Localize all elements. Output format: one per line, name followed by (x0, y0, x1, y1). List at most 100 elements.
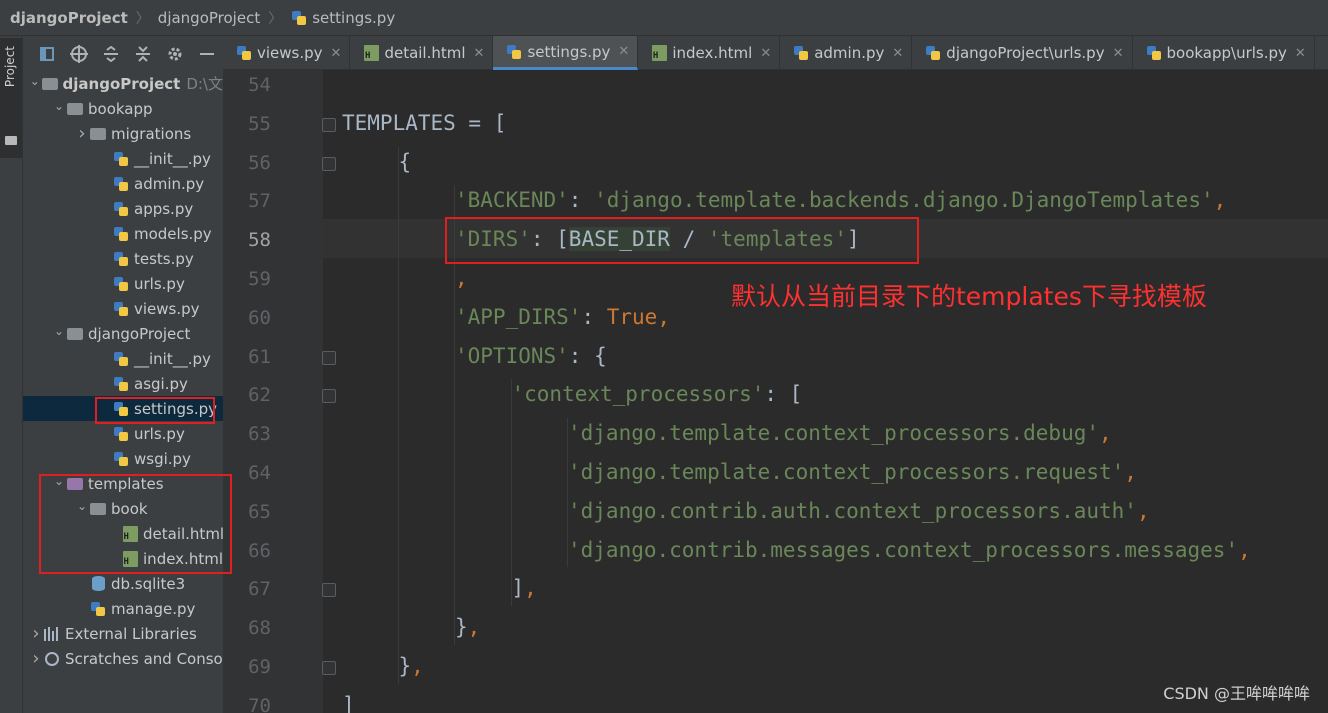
fold-marker-icon[interactable] (322, 661, 336, 675)
python-file-icon (112, 275, 130, 293)
folder-icon (5, 136, 17, 145)
code-line: }, (399, 654, 424, 678)
tree-item-path: D:\文 (186, 75, 223, 93)
python-file-icon (792, 44, 810, 62)
line-number: 67 (248, 578, 271, 601)
chevron-right-icon[interactable]: › (29, 648, 43, 669)
line-number: 60 (248, 306, 271, 329)
tree-item[interactable]: __init__.py (23, 346, 223, 371)
tree-item-label: models.py (134, 224, 212, 243)
close-icon[interactable]: ✕ (760, 46, 771, 61)
python-file-icon (505, 43, 523, 61)
code-editor[interactable]: 54 55 TEMPLATES = [56 {57 'BACKEND': 'django… (223, 70, 1328, 713)
editor-tab[interactable]: bookapp\urls.py ✕ (1133, 36, 1315, 70)
tree-item[interactable]: ⌄ djangoProject D:\文 (23, 71, 223, 96)
tree-item[interactable]: manage.py (23, 596, 223, 621)
database-icon (89, 575, 107, 593)
tree-item-label: bookapp (88, 99, 153, 118)
code-token: 'OPTIONS' (455, 343, 569, 368)
editor-tab[interactable]: admin.py ✕ (780, 36, 913, 70)
minimize-icon[interactable] (197, 44, 217, 64)
tree-item[interactable]: admin.py (23, 171, 223, 196)
highlight-box-settings (95, 397, 215, 424)
breadcrumb-item[interactable]: djangoProject (10, 9, 128, 27)
panel-icon[interactable] (37, 44, 57, 64)
tree-item-label: __init__.py (134, 149, 211, 168)
expand-all-icon[interactable] (101, 44, 121, 64)
folder-icon (66, 325, 84, 343)
tree-item[interactable]: models.py (23, 221, 223, 246)
tree-item[interactable]: db.sqlite3 (23, 571, 223, 596)
tree-item[interactable]: › External Libraries (23, 621, 223, 646)
chevron-down-icon[interactable]: ⌄ (29, 74, 41, 88)
close-icon[interactable]: ✕ (892, 46, 903, 61)
collapse-all-icon[interactable] (133, 44, 153, 64)
code-token: 'APP_DIRS' (455, 304, 582, 329)
chevron-right-icon[interactable]: › (29, 623, 43, 644)
python-file-icon (112, 450, 130, 468)
close-icon[interactable]: ✕ (1295, 46, 1306, 61)
fold-marker-icon[interactable] (322, 350, 336, 365)
tree-item-label: djangoProject (62, 74, 181, 93)
tree-item[interactable]: › Scratches and Conso (23, 646, 223, 671)
code-line: }, (455, 615, 480, 639)
editor-tab[interactable]: views.py ✕ (223, 36, 351, 70)
close-icon[interactable]: ✕ (618, 44, 629, 59)
close-icon[interactable]: ✕ (474, 46, 485, 61)
code-token: 'django.template.backends.django.DjangoT… (594, 188, 1214, 213)
fold-marker-icon[interactable] (322, 583, 336, 598)
library-icon (43, 625, 61, 643)
project-tool-tab[interactable]: Project (0, 38, 23, 158)
tree-item[interactable]: views.py (23, 296, 223, 321)
tree-item[interactable]: › migrations (23, 121, 223, 146)
fold-marker-icon[interactable] (322, 156, 336, 171)
locate-icon[interactable] (69, 44, 89, 64)
tree-item-label: External Libraries (65, 624, 197, 643)
highlight-box-templates (39, 474, 232, 574)
breadcrumb-item[interactable]: djangoProject (158, 9, 260, 27)
code-token: TEMPLATES = [ (342, 110, 507, 135)
chevron-down-icon[interactable]: ⌄ (52, 324, 66, 338)
indent-guide (398, 146, 399, 684)
line-number: 57 (248, 190, 271, 213)
tree-item[interactable]: ⌄ djangoProject (23, 321, 223, 346)
editor-tab[interactable]: djangoProject\urls.py ✕ (912, 36, 1133, 70)
tab-label: settings.py (527, 42, 611, 61)
tree-item[interactable]: wsgi.py (23, 446, 223, 471)
tree-item[interactable]: tests.py (23, 246, 223, 271)
tree-item[interactable]: apps.py (23, 196, 223, 221)
python-file-icon (924, 44, 942, 62)
chevron-right-icon[interactable]: › (75, 123, 89, 144)
chevron-down-icon[interactable]: ⌄ (52, 99, 66, 113)
editor-tab[interactable]: Hdetail.html ✕ (350, 36, 494, 70)
breadcrumb-item[interactable]: settings.py (312, 9, 395, 27)
tree-item[interactable]: urls.py (23, 271, 223, 296)
tool-window-strip: Project (0, 36, 23, 713)
tree-item-label: tests.py (134, 249, 194, 268)
editor-tab[interactable]: Hindex.html ✕ (638, 36, 781, 70)
editor-tab[interactable]: settings.py ✕ (493, 36, 639, 70)
fold-marker-icon[interactable] (322, 389, 336, 404)
code-token: , (1124, 460, 1137, 484)
highlight-box-dirs (445, 217, 919, 264)
gear-icon[interactable] (165, 44, 185, 64)
line-number: 54 (248, 74, 271, 96)
tree-item[interactable]: urls.py (23, 421, 223, 446)
tree-item[interactable]: ⌄ bookapp (23, 96, 223, 121)
indent-guide (511, 379, 512, 607)
fold-marker-icon[interactable] (322, 117, 336, 132)
close-icon[interactable]: ✕ (1113, 46, 1124, 61)
tree-item-label: asgi.py (134, 374, 188, 393)
close-icon[interactable]: ✕ (331, 46, 342, 61)
tree-item[interactable]: __init__.py (23, 146, 223, 171)
line-number: 68 (248, 617, 271, 640)
code-line: , (455, 266, 468, 290)
code-line: ], (512, 576, 537, 600)
python-file-icon (112, 250, 130, 268)
chevron-right-icon: 〉 (135, 10, 150, 27)
code-line: 'BACKEND': 'django.template.backends.dja… (455, 188, 1226, 212)
python-file-icon (1145, 44, 1163, 62)
tree-item[interactable]: asgi.py (23, 371, 223, 396)
code-token: ] (342, 692, 355, 713)
python-file-icon (112, 300, 130, 318)
